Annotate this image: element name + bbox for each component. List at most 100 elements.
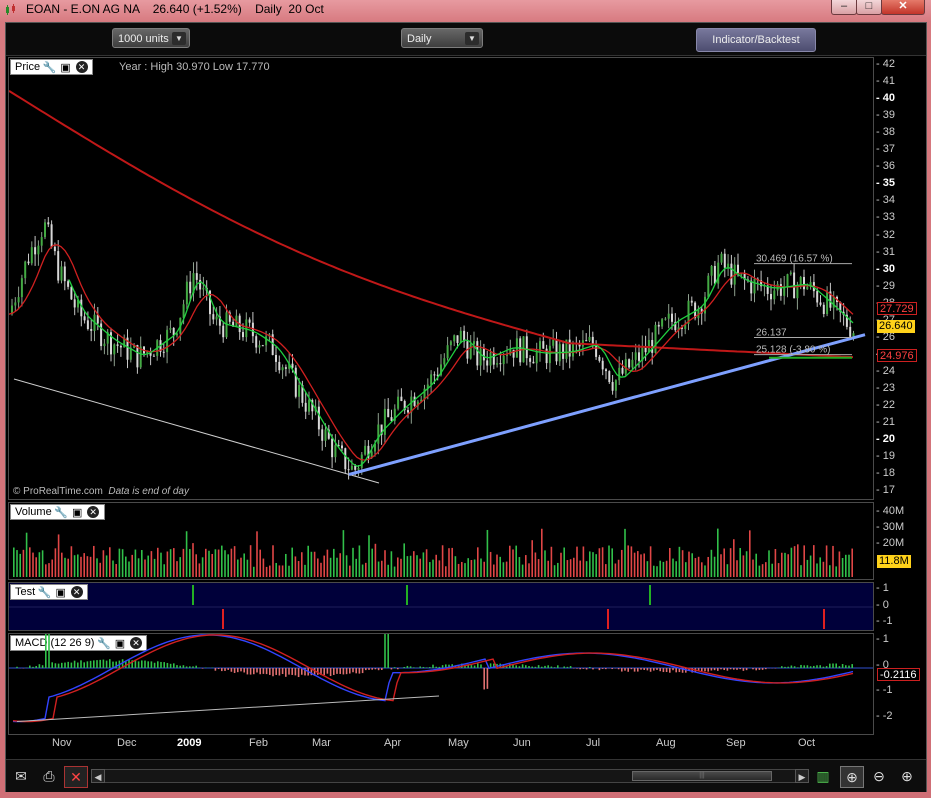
candle-body — [486, 360, 489, 366]
axis-tick-label: - 40 — [876, 92, 895, 105]
volume-bar — [505, 561, 508, 577]
chart-settings-icon[interactable]: ▥ — [812, 766, 834, 786]
volume-bar — [512, 549, 514, 577]
candle-body — [479, 348, 482, 366]
macd-histogram-bar — [480, 664, 482, 668]
candle-body — [119, 345, 122, 348]
axis-tick-label: - 20M — [876, 537, 905, 549]
candle-body — [621, 367, 624, 374]
scroll-left-icon[interactable]: ◀ — [91, 769, 105, 783]
candle-body — [605, 369, 607, 372]
buy-signal-bar — [192, 585, 194, 605]
macd-histogram-bar — [838, 666, 841, 668]
volume-bar — [368, 535, 370, 577]
macd-chart — [9, 634, 873, 723]
macd-histogram-bar — [598, 668, 601, 671]
volume-bar — [45, 564, 47, 577]
volume-bar — [592, 552, 594, 577]
candle-body — [499, 363, 502, 365]
macd-histogram-bar — [761, 668, 764, 670]
candle-body — [284, 367, 287, 369]
buy-signal-bar — [649, 585, 651, 605]
price-panel[interactable]: Price 🔧 ▣ ✕ Year : High 30.970 Low 17.77… — [8, 57, 874, 500]
volume-bar — [326, 549, 329, 577]
volume-bar — [320, 562, 322, 577]
axis-tick-label: - 19 — [876, 450, 895, 463]
macd-histogram-bar — [617, 668, 620, 670]
volume-bar — [137, 558, 140, 577]
title-bar: EOAN - E.ON AG NA 26.640 (+1.52%) Daily … — [0, 0, 931, 20]
indicator-backtest-button[interactable]: Indicator/Backtest — [696, 28, 816, 52]
scroll-right-icon[interactable]: ▶ — [795, 769, 809, 783]
minimize-button[interactable]: – — [831, 0, 857, 15]
candle-body — [73, 299, 76, 308]
macd-histogram-bar — [70, 662, 73, 668]
macd-histogram-bar — [214, 668, 217, 671]
volume-bar — [278, 565, 281, 577]
volume-bar — [144, 559, 146, 577]
print-icon[interactable]: ⎙ — [38, 766, 60, 786]
macd-histogram-bar — [637, 668, 639, 672]
candle-body — [70, 286, 73, 300]
candle-body — [248, 319, 251, 323]
macd-histogram-bar — [221, 668, 223, 672]
macd-histogram-bar — [230, 668, 233, 672]
volume-bar — [166, 551, 169, 577]
volume-bar — [758, 565, 761, 577]
volume-bar — [83, 553, 85, 577]
chevron-down-icon: ▼ — [172, 32, 186, 45]
volume-bar — [518, 557, 521, 577]
volume-bar — [643, 553, 645, 577]
zoom-out-icon[interactable]: ⊖ — [868, 766, 890, 786]
candle-body — [321, 429, 324, 441]
volume-bar — [637, 551, 639, 577]
candle-body — [275, 354, 277, 362]
volume-panel[interactable]: Volume 🔧 ▣ ✕ — [8, 502, 874, 580]
candle-body — [585, 340, 588, 342]
time-axis-label: Mar — [312, 737, 331, 749]
volume-bar — [249, 545, 252, 577]
volume-bar — [557, 562, 559, 577]
scrollbar-thumb[interactable]: ||| — [632, 771, 772, 781]
mail-icon[interactable]: ✉ — [10, 766, 32, 786]
macd-histogram-bar — [832, 663, 834, 668]
candle-body — [713, 265, 716, 284]
macd-panel[interactable]: MACD (12 26 9) 🔧 ▣ ✕ — [8, 633, 874, 735]
axis-tick-label: - 22 — [876, 399, 895, 411]
test-panel[interactable]: Test 🔧 ▣ ✕ — [8, 582, 874, 631]
volume-bar — [22, 549, 25, 577]
macd-histogram-bar — [717, 668, 719, 671]
macd-histogram-bar — [365, 668, 367, 671]
macd-histogram-bar — [621, 668, 623, 672]
units-dropdown[interactable]: 1000 units ▼ — [112, 28, 190, 48]
volume-bar — [726, 564, 729, 577]
horizontal-scrollbar[interactable]: ◀ ||| ▶ — [91, 769, 809, 783]
period-dropdown[interactable]: Daily ▼ — [401, 28, 483, 48]
zoom-fit-icon[interactable]: ⊕ — [840, 766, 864, 788]
macd-histogram-bar — [160, 661, 162, 668]
volume-bar — [851, 548, 853, 577]
time-axis-label: 2009 — [177, 737, 202, 749]
volume-bar — [553, 565, 556, 577]
volume-bar — [582, 546, 585, 577]
volume-bar — [499, 556, 501, 577]
volume-bar — [816, 563, 818, 577]
candle-body — [202, 287, 205, 290]
volume-bar — [694, 558, 697, 577]
close-button[interactable]: ✕ — [881, 0, 925, 15]
disconnect-icon[interactable]: ✕ — [64, 766, 88, 788]
candle-body — [347, 469, 350, 471]
macd-histogram-bar — [397, 668, 399, 670]
zoom-in-icon[interactable]: ⊕ — [896, 766, 918, 786]
candle-body — [344, 448, 347, 470]
maximize-button[interactable]: □ — [856, 0, 882, 15]
volume-bar — [70, 546, 73, 577]
macd-histogram-bar — [845, 665, 847, 668]
candle-body — [407, 410, 409, 413]
volume-bar — [835, 566, 837, 577]
macd-histogram-bar — [521, 664, 524, 668]
volume-bar — [765, 562, 767, 577]
volume-bar — [246, 559, 249, 577]
macd-histogram-bar — [432, 664, 434, 668]
macd-histogram-bar — [262, 668, 265, 674]
